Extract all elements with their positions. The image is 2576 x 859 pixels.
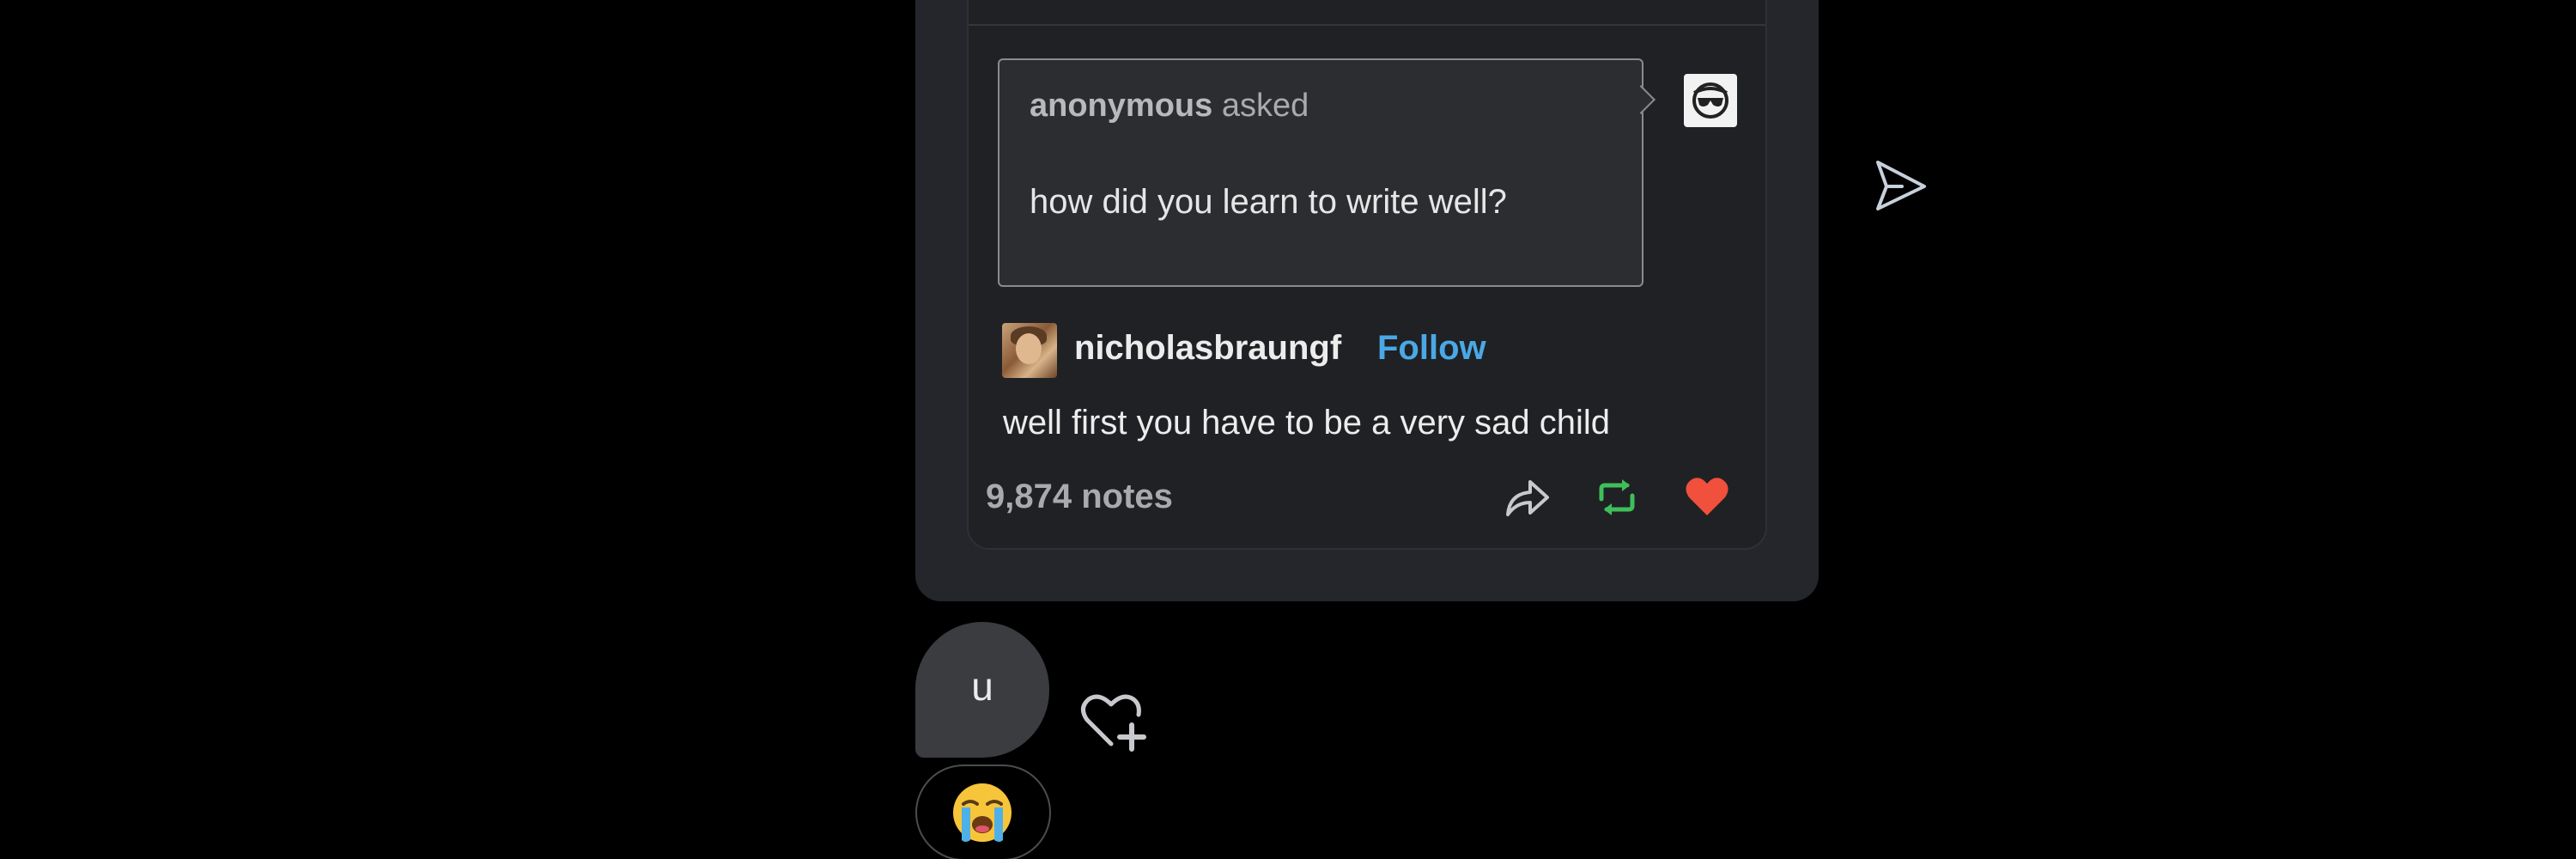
follow-button[interactable]: Follow bbox=[1377, 329, 1486, 368]
send-icon[interactable] bbox=[1873, 157, 1928, 212]
loudly-crying-face-icon bbox=[950, 780, 1015, 845]
reblog-icon[interactable] bbox=[1595, 477, 1639, 518]
asked-label: asked bbox=[1221, 88, 1309, 124]
asker-name: anonymous bbox=[1030, 88, 1213, 124]
ask-question: how did you learn to write well? bbox=[1030, 183, 1507, 221]
notes-count[interactable]: 9,874 notes bbox=[986, 478, 1173, 516]
heart-icon[interactable] bbox=[1684, 475, 1730, 518]
share-icon[interactable] bbox=[1503, 475, 1551, 520]
heart-plus-icon[interactable] bbox=[1078, 687, 1151, 752]
anonymous-avatar-icon bbox=[1684, 74, 1737, 127]
answerer-avatar[interactable] bbox=[1002, 323, 1057, 378]
answer-text: well first you have to be a very sad chi… bbox=[1003, 404, 1611, 442]
dm-conversation-view: anonymous asked how did you learn to wri… bbox=[0, 0, 2576, 859]
message-text: u bbox=[971, 664, 993, 709]
post-divider bbox=[969, 24, 1765, 26]
ask-header: anonymous asked bbox=[1030, 88, 1309, 125]
answerer-username[interactable]: nicholasbraungf bbox=[1074, 329, 1341, 368]
